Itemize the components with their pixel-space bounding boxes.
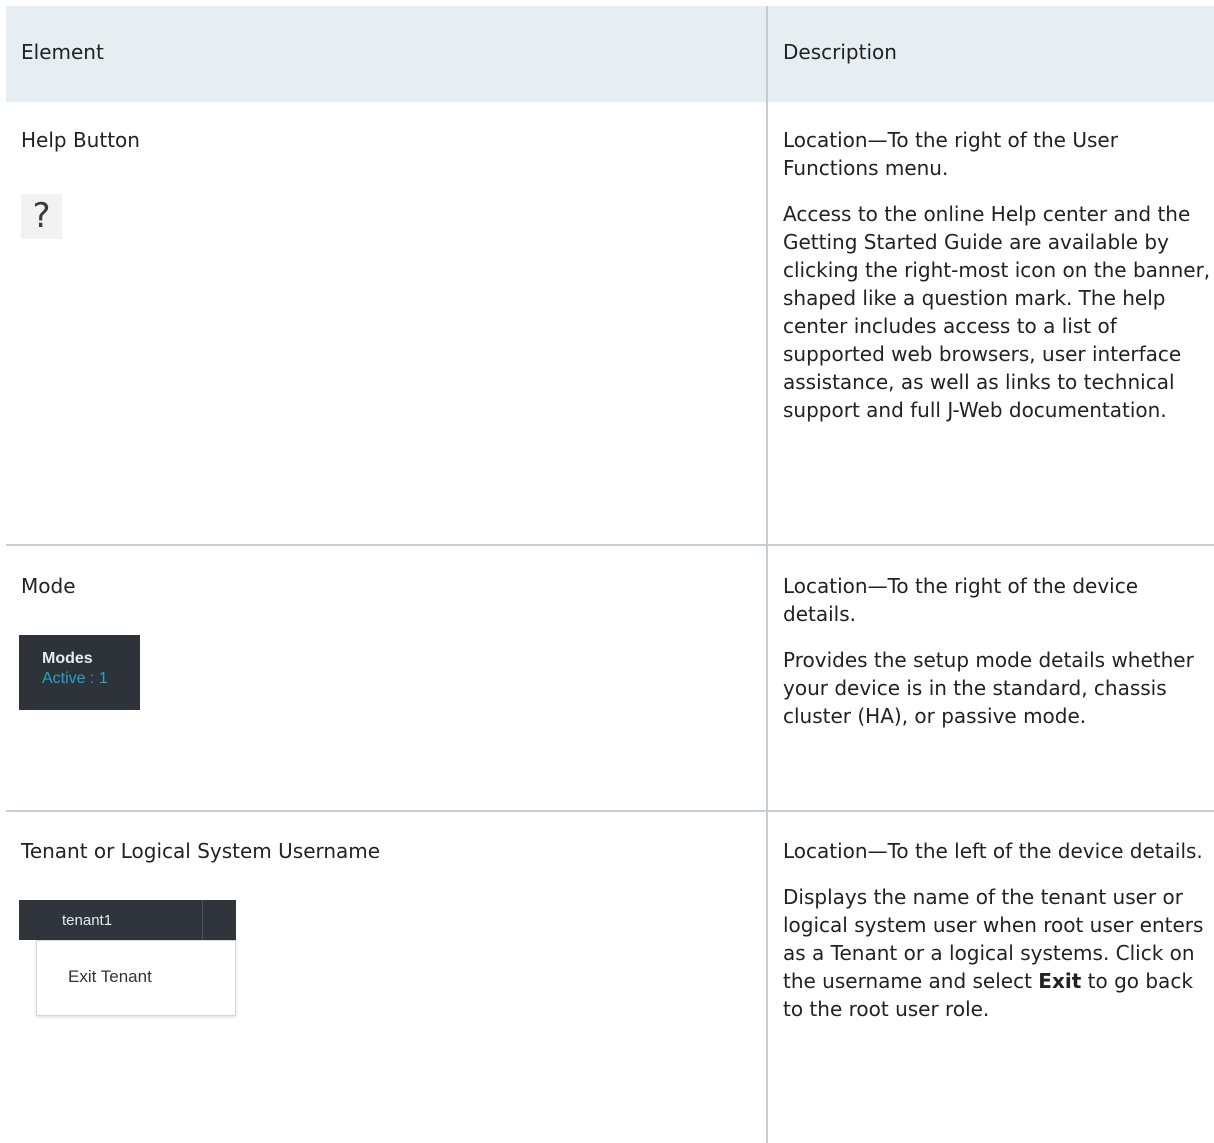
description-text: Provides the setup mode details whether … bbox=[783, 648, 1194, 728]
description-location: Location—To the right of the User Functi… bbox=[783, 128, 1118, 180]
modes-title: Modes bbox=[42, 650, 93, 667]
description-text: Displays the name of the tenant user or … bbox=[783, 883, 1211, 1023]
element-description: Location—To the right of the User Functi… bbox=[783, 126, 1211, 442]
tenant-username: tenant1 bbox=[62, 912, 113, 929]
description-text: Access to the online Help center and the… bbox=[783, 202, 1211, 422]
header-description: Description bbox=[783, 40, 897, 64]
ui-elements-table: Element Description Help Button ? Locati… bbox=[0, 0, 1214, 1143]
element-name: Mode bbox=[21, 574, 76, 598]
question-mark-icon: ? bbox=[21, 194, 62, 239]
tenant-widget: tenant1 Exit Tenant bbox=[19, 900, 236, 1016]
element-description: Location—To the left of the device detai… bbox=[783, 837, 1211, 1041]
header-element: Element bbox=[21, 40, 104, 64]
tenant-bar-divider bbox=[202, 900, 203, 940]
row-divider bbox=[6, 810, 1214, 812]
tenant-dropdown-menu: Exit Tenant bbox=[36, 940, 236, 1016]
description-location: Location—To the left of the device detai… bbox=[783, 839, 1203, 863]
modes-widget: Modes Active : 1 bbox=[19, 635, 140, 710]
modes-active-count: Active : 1 bbox=[42, 670, 108, 687]
element-description: Location—To the right of the device deta… bbox=[783, 572, 1211, 748]
exit-keyword: Exit bbox=[1038, 969, 1082, 993]
table-header: Element Description bbox=[6, 6, 1214, 102]
element-name: Tenant or Logical System Username bbox=[21, 839, 381, 863]
exit-tenant-menu-item: Exit Tenant bbox=[68, 967, 152, 986]
element-name: Help Button bbox=[21, 128, 140, 152]
tenant-username-bar: tenant1 bbox=[19, 900, 236, 940]
column-divider bbox=[766, 6, 768, 1143]
description-location: Location—To the right of the device deta… bbox=[783, 574, 1139, 626]
row-divider bbox=[6, 544, 1214, 546]
